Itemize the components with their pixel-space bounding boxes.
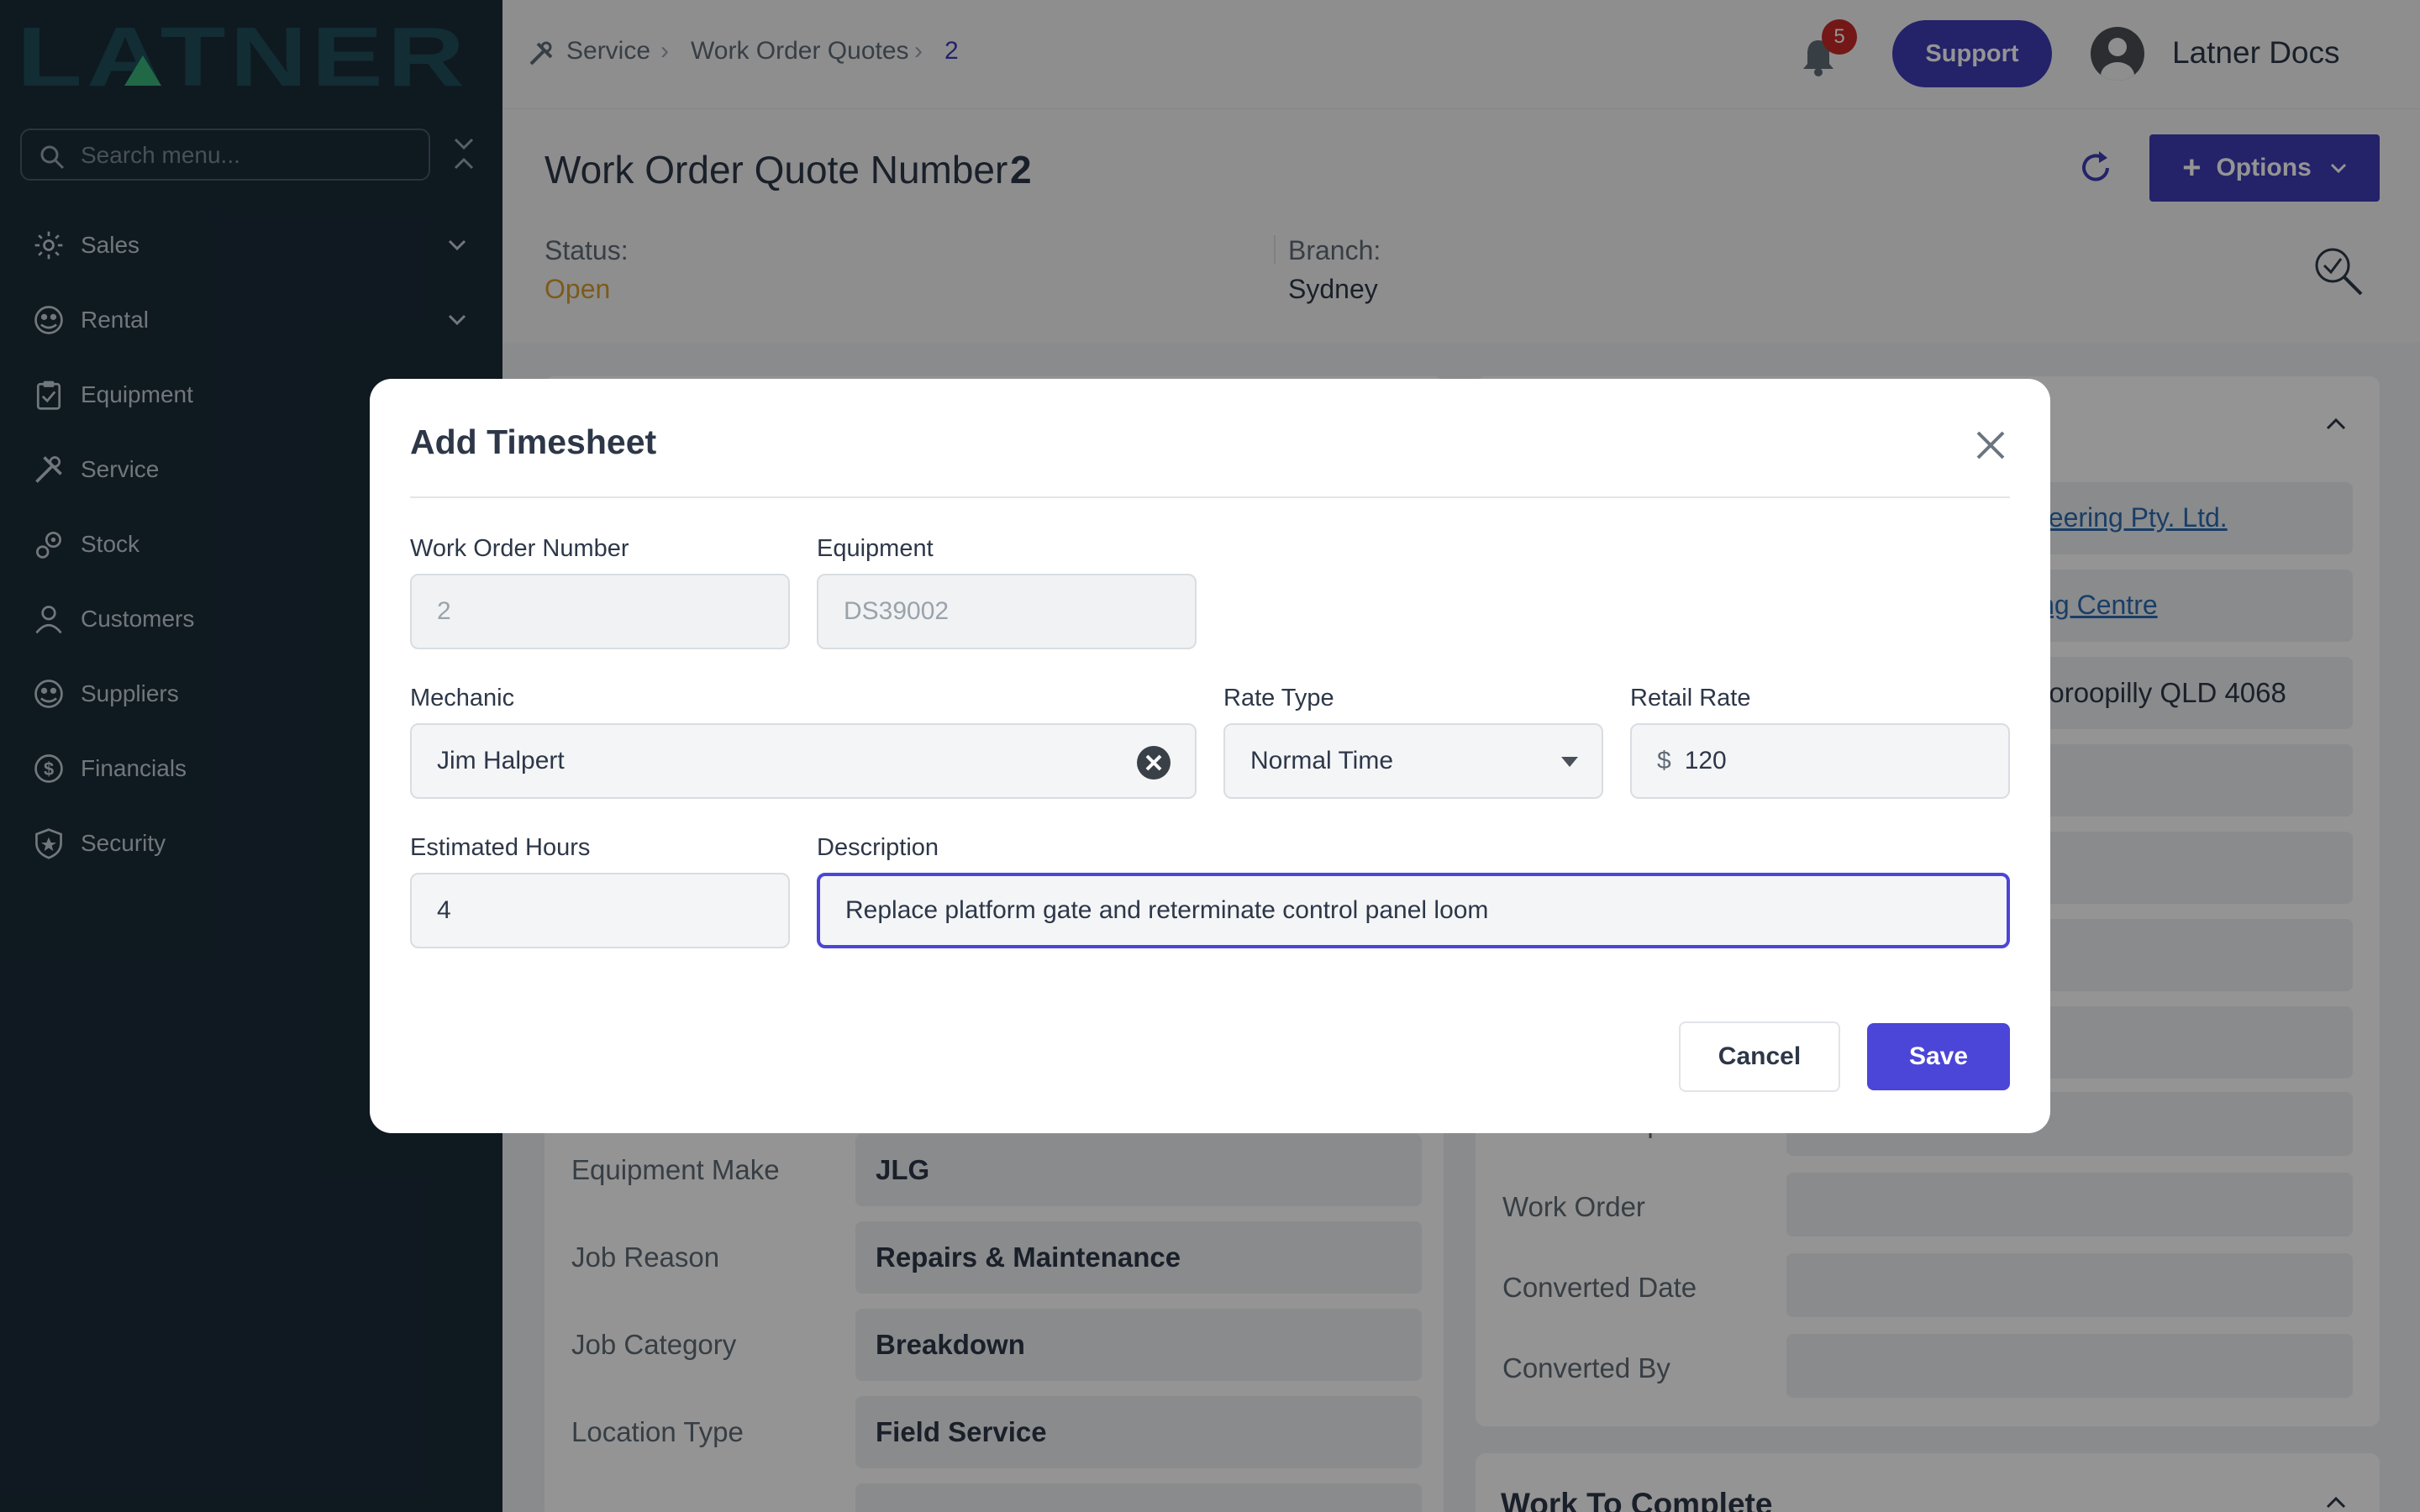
estimated-hours-input[interactable]: 4 bbox=[410, 873, 790, 948]
retail-rate-value: 120 bbox=[1684, 747, 1727, 774]
mechanic-value: Jim Halpert bbox=[437, 747, 565, 774]
close-icon[interactable] bbox=[1973, 428, 2008, 463]
estimated-hours-label: Estimated Hours bbox=[410, 834, 591, 861]
work-order-number-label: Work Order Number bbox=[410, 535, 629, 562]
save-button[interactable]: Save bbox=[1867, 1023, 2010, 1090]
retail-rate-label: Retail Rate bbox=[1630, 685, 1751, 711]
dialog-title: Add Timesheet bbox=[410, 423, 657, 461]
retail-rate-input[interactable]: $ 120 bbox=[1630, 723, 2010, 799]
rate-type-label: Rate Type bbox=[1223, 685, 1334, 711]
cancel-button[interactable]: Cancel bbox=[1679, 1021, 1840, 1092]
currency-symbol: $ bbox=[1657, 747, 1671, 774]
rate-type-select[interactable]: Normal Time bbox=[1223, 723, 1603, 799]
dropdown-arrow-icon bbox=[1561, 757, 1578, 767]
rate-type-value: Normal Time bbox=[1250, 747, 1394, 774]
description-input[interactable]: Replace platform gate and reterminate co… bbox=[817, 873, 2010, 948]
add-timesheet-dialog: Add Timesheet Work Order Number 2 Equipm… bbox=[370, 379, 2050, 1133]
equipment-label: Equipment bbox=[817, 535, 934, 562]
equipment-field: DS39002 bbox=[817, 574, 1197, 649]
description-label: Description bbox=[817, 834, 939, 861]
mechanic-select[interactable]: Jim Halpert bbox=[410, 723, 1197, 799]
mechanic-label: Mechanic bbox=[410, 685, 515, 711]
dialog-divider bbox=[410, 496, 2010, 498]
clear-icon[interactable] bbox=[1136, 745, 1171, 780]
work-order-number-field: 2 bbox=[410, 574, 790, 649]
